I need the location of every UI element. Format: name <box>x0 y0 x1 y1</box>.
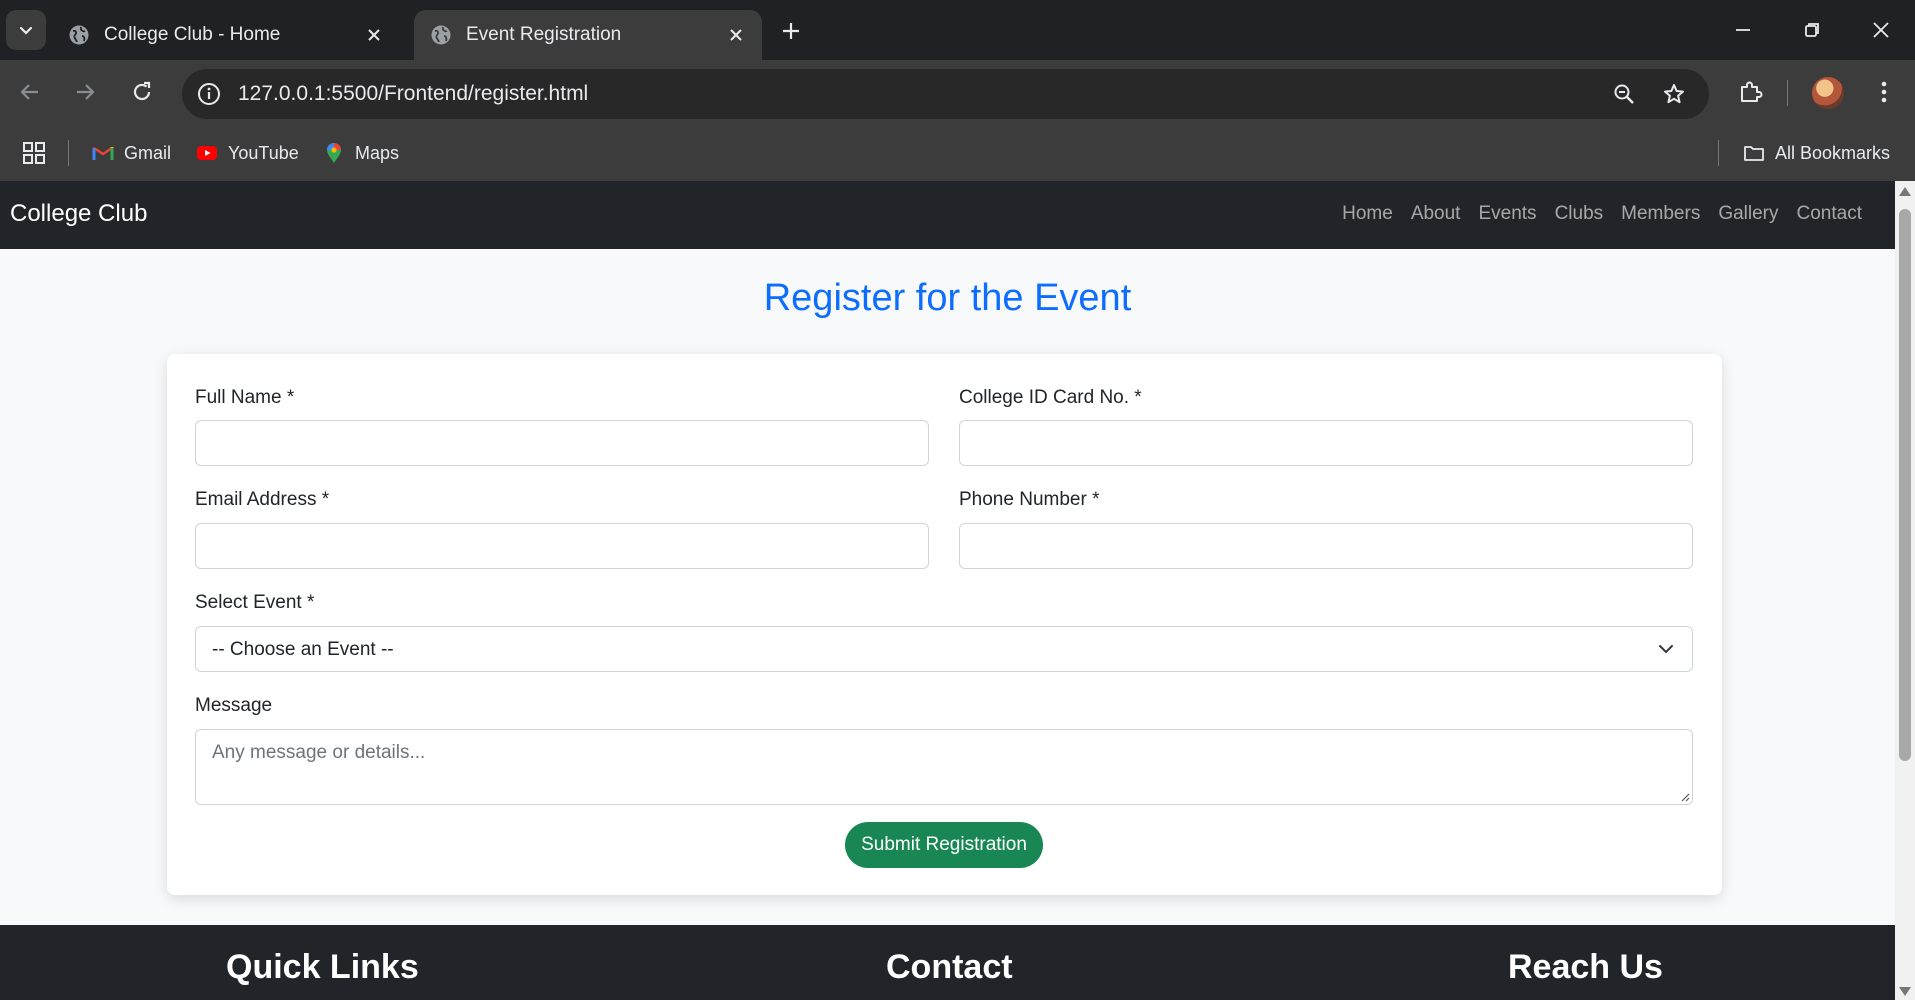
restore-button[interactable] <box>1778 0 1846 60</box>
arrow-left-icon <box>20 84 38 100</box>
email-input[interactable] <box>195 523 929 569</box>
zoom-out-icon <box>1614 84 1634 104</box>
more-vertical-icon <box>1881 81 1887 103</box>
page-scrollbar[interactable] <box>1895 181 1915 1000</box>
phone-input[interactable] <box>959 523 1693 569</box>
bookmark-label: Gmail <box>124 142 172 163</box>
globe-icon <box>69 25 89 45</box>
all-bookmarks-button[interactable]: All Bookmarks <box>1743 138 1890 168</box>
youtube-icon <box>197 146 217 160</box>
profile-avatar[interactable] <box>1812 77 1844 109</box>
puzzle-icon <box>1741 81 1763 102</box>
nav-link-about[interactable]: About <box>1402 203 1470 225</box>
restore-icon <box>1805 23 1819 37</box>
resize-grip-icon[interactable] <box>1678 790 1690 802</box>
tab-title: College Club - Home <box>104 24 281 45</box>
event-label: Select Event * <box>195 592 315 613</box>
minimize-button[interactable] <box>1709 0 1777 60</box>
nav-link-clubs[interactable]: Clubs <box>1546 203 1613 225</box>
close-icon <box>1873 22 1889 38</box>
back-button[interactable] <box>10 72 50 112</box>
nav-link-events[interactable]: Events <box>1469 203 1545 225</box>
tab-title: Event Registration <box>466 24 622 45</box>
apps-grid-icon <box>23 142 45 164</box>
bookmark-label: YouTube <box>228 142 299 163</box>
scroll-thumb[interactable] <box>1899 209 1911 761</box>
star-icon <box>1664 84 1684 104</box>
extensions-button[interactable] <box>1730 72 1770 112</box>
message-label: Message <box>195 695 273 716</box>
close-icon <box>730 29 742 41</box>
folder-icon <box>1744 146 1764 161</box>
url-text[interactable]: 127.0.0.1:5500/Frontend/register.html <box>238 82 588 106</box>
scroll-up-arrow-icon[interactable] <box>1899 187 1911 196</box>
close-tab-button[interactable] <box>360 21 388 49</box>
tab-strip: College Club - Home Event Registration <box>0 0 1915 60</box>
nav-links: Home About Events Clubs Members Gallery … <box>1333 203 1871 225</box>
footer-heading-reach-us: Reach Us <box>1508 948 1663 986</box>
bookmarks-bar: Gmail YouTube Maps All Bookmarks <box>0 126 1915 181</box>
event-select-value: -- Choose an Event -- <box>212 639 394 660</box>
apps-button[interactable] <box>22 138 46 168</box>
site-footer: Quick Links Contact Reach Us <box>0 925 1895 1000</box>
maps-pin-icon <box>327 143 341 163</box>
college-id-input[interactable] <box>959 420 1693 466</box>
new-tab-button[interactable] <box>774 14 808 48</box>
site-navbar: College Club Home About Events Clubs Mem… <box>0 181 1895 249</box>
browser-chrome: College Club - Home Event Registration 1… <box>0 0 1915 181</box>
close-icon <box>368 29 380 41</box>
bookmark-gmail[interactable]: Gmail <box>92 138 171 168</box>
college-id-label: College ID Card No. * <box>959 387 1142 408</box>
info-icon[interactable] <box>196 81 222 107</box>
toolbar-divider <box>1787 80 1788 106</box>
message-textarea[interactable]: Any message or details... <box>195 729 1693 805</box>
phone-label: Phone Number * <box>959 489 1100 510</box>
bookmark-label: Maps <box>355 142 400 163</box>
nav-link-gallery[interactable]: Gallery <box>1709 203 1787 225</box>
bookmark-maps[interactable]: Maps <box>323 138 399 168</box>
event-select[interactable]: -- Choose an Event -- <box>195 626 1693 672</box>
minimize-icon <box>1736 29 1750 31</box>
nav-link-home[interactable]: Home <box>1333 203 1402 225</box>
menu-button[interactable] <box>1864 72 1904 112</box>
gmail-icon <box>92 146 114 160</box>
message-placeholder: Any message or details... <box>212 742 426 763</box>
scroll-down-arrow-icon[interactable] <box>1899 987 1911 996</box>
bookmarks-divider <box>68 140 69 166</box>
tab-college-club-home[interactable]: College Club - Home <box>52 10 400 60</box>
footer-heading-contact: Contact <box>886 948 1013 986</box>
page-title: Register for the Event <box>763 277 1132 319</box>
registration-form: Full Name * College ID Card No. * Email … <box>167 354 1722 895</box>
chevron-down-icon <box>19 26 33 35</box>
bookmark-star-button[interactable] <box>1659 79 1689 109</box>
page-viewport: College Club Home About Events Clubs Mem… <box>0 181 1895 1000</box>
tab-search-button[interactable] <box>6 10 46 50</box>
browser-toolbar: 127.0.0.1:5500/Frontend/register.html <box>0 60 1915 126</box>
arrow-right-icon <box>77 84 95 100</box>
full-name-label: Full Name * <box>195 387 295 408</box>
plus-icon <box>783 23 799 39</box>
reload-icon <box>133 81 151 101</box>
all-bookmarks-label: All Bookmarks <box>1775 142 1891 163</box>
close-tab-button[interactable] <box>722 21 750 49</box>
chevron-down-icon <box>1659 645 1673 654</box>
reload-button[interactable] <box>122 72 162 112</box>
tab-event-registration[interactable]: Event Registration <box>414 10 762 60</box>
close-window-button[interactable] <box>1847 0 1915 60</box>
nav-link-members[interactable]: Members <box>1612 203 1709 225</box>
bookmark-youtube[interactable]: YouTube <box>196 138 299 168</box>
footer-heading-quick-links: Quick Links <box>226 948 419 986</box>
full-name-input[interactable] <box>195 420 929 466</box>
address-bar[interactable]: 127.0.0.1:5500/Frontend/register.html <box>182 69 1709 119</box>
email-label: Email Address * <box>195 489 330 510</box>
forward-button[interactable] <box>65 72 105 112</box>
globe-icon <box>431 25 451 45</box>
site-brand[interactable]: College Club <box>10 200 147 228</box>
zoom-button[interactable] <box>1609 79 1639 109</box>
nav-link-contact[interactable]: Contact <box>1788 203 1871 225</box>
bookmarks-divider <box>1718 140 1719 166</box>
submit-registration-button[interactable]: Submit Registration <box>845 822 1043 868</box>
